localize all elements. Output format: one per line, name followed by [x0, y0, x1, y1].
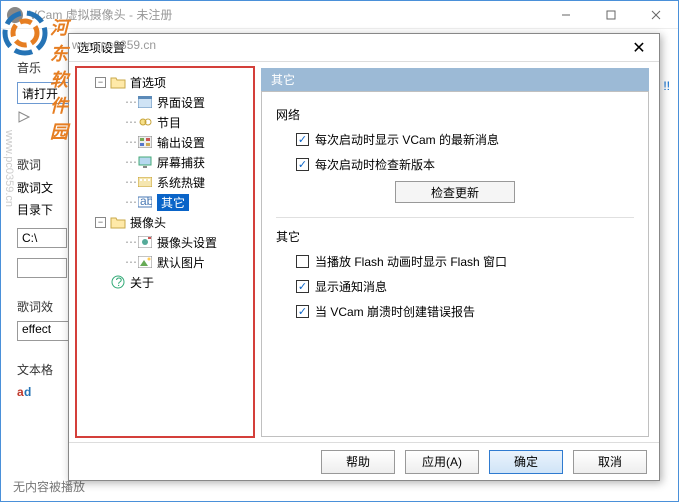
help-icon: ?	[110, 274, 126, 290]
tree-panel: − 首选项 ⋯界面设置 ⋯节目 ⋯输出设置 ⋯屏幕捕获 ⋯系统热键 ⋯ab其它 …	[75, 66, 255, 438]
folder-open-icon	[110, 214, 126, 230]
app-icon	[7, 7, 23, 23]
tree-camera[interactable]: − 摄像头	[77, 212, 253, 232]
play-icon[interactable]	[17, 110, 33, 126]
path-input[interactable]	[17, 228, 67, 248]
checkbox-icon	[296, 158, 309, 171]
image-icon	[137, 254, 153, 270]
cancel-button[interactable]: 取消	[573, 450, 647, 474]
collapse-icon[interactable]: −	[95, 217, 106, 228]
chk-check-update[interactable]: 每次启动时检查新版本	[296, 156, 634, 173]
checkbox-icon	[296, 255, 309, 268]
panel-heading: 其它	[261, 68, 649, 91]
apply-button[interactable]: 应用(A)	[405, 450, 479, 474]
monitor-icon	[137, 154, 153, 170]
window-title: VCam 虚拟摄像头 - 未注册	[29, 6, 543, 23]
ok-button[interactable]: 确定	[489, 450, 563, 474]
window-icon	[137, 94, 153, 110]
film-icon	[137, 134, 153, 150]
ad-icon: ad	[17, 384, 32, 399]
tree-camcfg[interactable]: ⋯摄像头设置	[77, 232, 253, 252]
checkbox-icon	[296, 133, 309, 146]
tree-hotkey[interactable]: ⋯系统热键	[77, 172, 253, 192]
text-input-2[interactable]	[17, 258, 67, 278]
tree-output[interactable]: ⋯输出设置	[77, 132, 253, 152]
svg-text:d: d	[24, 385, 31, 399]
collapse-icon[interactable]: −	[95, 77, 106, 88]
dialog-close-button[interactable]: ✕	[627, 36, 651, 60]
tree-defimg[interactable]: ⋯默认图片	[77, 252, 253, 272]
svg-text:?: ?	[116, 275, 123, 289]
dialog-footer: 帮助 应用(A) 确定 取消	[69, 442, 659, 480]
tree-other[interactable]: ⋯ab其它	[77, 192, 253, 212]
camera-icon	[137, 234, 153, 250]
label-icon: ab	[137, 194, 153, 210]
chk-latest-news[interactable]: 每次启动时显示 VCam 的最新消息	[296, 131, 634, 148]
register-link[interactable]: !!	[663, 79, 670, 93]
tree-capture[interactable]: ⋯屏幕捕获	[77, 152, 253, 172]
tree-prefs[interactable]: − 首选项	[77, 72, 253, 92]
maximize-button[interactable]	[588, 1, 633, 29]
content-panel: 其它 网络 每次启动时显示 VCam 的最新消息 每次启动时检查新版本 检查更新…	[255, 62, 659, 442]
titlebar: VCam 虚拟摄像头 - 未注册	[1, 1, 678, 29]
tree-ui[interactable]: ⋯界面设置	[77, 92, 253, 112]
group-other: 其它	[276, 228, 634, 245]
minimize-button[interactable]	[543, 1, 588, 29]
dialog-title: 选项设置	[77, 39, 627, 56]
svg-text:ab: ab	[140, 196, 152, 208]
folder-open-icon	[110, 74, 126, 90]
group-network: 网络	[276, 106, 634, 123]
close-button[interactable]	[633, 1, 678, 29]
link-icon	[137, 114, 153, 130]
checkbox-icon	[296, 280, 309, 293]
tree-program[interactable]: ⋯节目	[77, 112, 253, 132]
keyboard-icon	[137, 174, 153, 190]
chk-notify[interactable]: 显示通知消息	[296, 278, 634, 295]
svg-text:a: a	[17, 385, 24, 399]
chk-crash[interactable]: 当 VCam 崩溃时创建错误报告	[296, 303, 634, 320]
check-update-button[interactable]: 检查更新	[395, 181, 515, 203]
tree-about[interactable]: ?关于	[77, 272, 253, 292]
checkbox-icon	[296, 305, 309, 318]
dialog-titlebar: 选项设置 ✕	[69, 34, 659, 62]
settings-dialog: 选项设置 ✕ − 首选项 ⋯界面设置 ⋯节目 ⋯输出设置 ⋯屏幕捕获 ⋯系统热键…	[68, 33, 660, 481]
help-button[interactable]: 帮助	[321, 450, 395, 474]
chk-flash[interactable]: 当播放 Flash 动画时显示 Flash 窗口	[296, 253, 634, 270]
separator	[276, 217, 634, 218]
